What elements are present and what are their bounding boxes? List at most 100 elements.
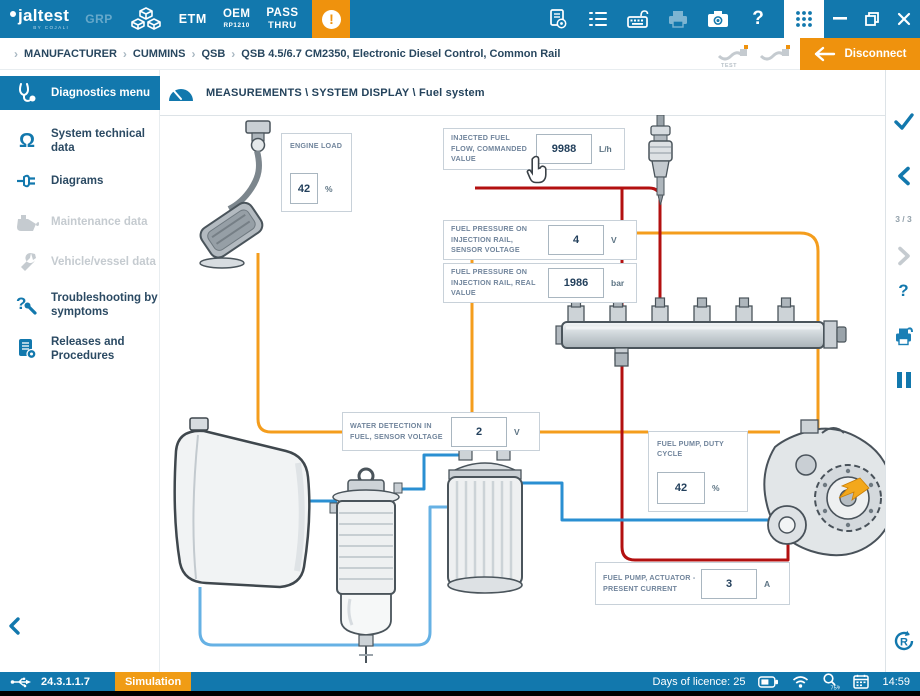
statusbar-left: 24.3.1.1.7 Simulation (10, 672, 191, 691)
print-measurements-button[interactable] (886, 326, 920, 346)
breadcrumb-item-model[interactable]: QSB (201, 48, 225, 60)
grid-icon (794, 9, 814, 29)
oil-can-icon (14, 211, 40, 233)
grp-label: GRP (85, 12, 113, 26)
app-version: 24.3.1.1.7 (41, 676, 90, 688)
oem-rp1210-label[interactable]: OEM RP1210 (223, 9, 250, 29)
logo-text: jaltest (18, 6, 69, 25)
exclamation-icon: ! (322, 10, 341, 29)
report-icon[interactable] (543, 0, 573, 38)
sidebar-item-releases-procedures[interactable]: Releases and Procedures (0, 326, 160, 372)
help-icon[interactable]: ? (743, 0, 773, 38)
prev-page-button[interactable] (886, 166, 920, 186)
sidebar-item-diagnostics-menu[interactable]: Diagnostics menu (0, 76, 160, 110)
breadcrumb-separator-icon (14, 47, 18, 61)
calendar-icon[interactable] (853, 674, 869, 689)
measurement-value: 2 (451, 417, 507, 447)
restore-window-button[interactable] (856, 0, 888, 38)
fuel-filter-illustration (448, 449, 522, 593)
measurement-value: 3 (701, 569, 757, 599)
window-bottom-edge (0, 691, 920, 696)
measurement-pump-actuator-current[interactable]: FUEL PUMP, ACTUATOR - PRESENT CURRENT 3 … (595, 562, 790, 605)
measurement-engine-load[interactable]: ENGINE LOAD 42 % (281, 133, 352, 212)
connection-status-cluster: TEST Disconnect (716, 38, 920, 70)
pass-thru-label[interactable]: PASS THRU (266, 8, 298, 31)
screenshot-camera-icon[interactable] (703, 0, 733, 38)
breadcrumb-separator-icon (231, 47, 235, 61)
measurement-unit: V (514, 427, 532, 437)
measurement-rail-pressure-voltage[interactable]: FUEL PRESSURE ON INJECTION RAIL, SENSOR … (443, 220, 637, 260)
sidebar: Diagnostics menu Ω System technical data… (0, 70, 160, 672)
connector-plug-icon (14, 169, 40, 193)
chevron-left-icon (895, 166, 913, 186)
logo-dot-icon (10, 11, 16, 17)
fuel-tank-illustration (175, 418, 310, 587)
minimize-button[interactable] (824, 0, 856, 38)
cubes-icon[interactable] (129, 6, 163, 32)
injector-illustration (649, 115, 672, 205)
jaltest-app: jaltest BY COJALI GRP ETM OEM RP1210 (0, 0, 920, 696)
measurement-pump-duty-cycle[interactable]: FUEL PUMP, DUTY CYCLE 42 % (648, 431, 748, 512)
gauge-icon (168, 84, 194, 102)
connector-test-icon: TEST (716, 41, 750, 67)
measurement-unit: % (325, 184, 343, 194)
keyboard-icon[interactable] (623, 0, 653, 38)
svg-text:R: R (900, 637, 908, 649)
measurement-value: 42 (657, 472, 705, 504)
print-icon (663, 0, 693, 38)
measurement-rail-pressure-real[interactable]: FUEL PRESSURE ON INJECTION RAIL, REAL VA… (443, 263, 637, 303)
sidebar-item-troubleshooting[interactable]: ? Troubleshooting by symptoms (0, 282, 160, 328)
printer-icon (893, 326, 915, 346)
sidebar-item-system-technical-data[interactable]: Ω System technical data (0, 123, 160, 159)
wrench-icon (14, 251, 40, 273)
measurement-unit: L/h (599, 144, 617, 154)
document-stack-icon (14, 337, 40, 361)
omega-icon: Ω (14, 131, 40, 151)
licence-days: Days of licence: 25 (653, 676, 746, 688)
measurement-water-detection[interactable]: WATER DETECTION IN FUEL, SENSOR VOLTAGE … (342, 412, 540, 451)
titlebar-left-cluster: jaltest BY COJALI GRP ETM OEM RP1210 (0, 0, 350, 38)
alert-button[interactable]: ! (312, 0, 350, 38)
question-wrench-icon: ? (14, 293, 40, 317)
common-rail-illustration (556, 298, 846, 366)
confirm-button[interactable] (886, 112, 920, 132)
accelerator-pedal-illustration (197, 121, 270, 268)
simulation-mode-badge: Simulation (115, 672, 191, 691)
etm-label[interactable]: ETM (179, 12, 207, 26)
titlebar-right-cluster: ? (538, 0, 920, 38)
refresh-button[interactable]: R (886, 628, 920, 654)
help-button[interactable]: ? (886, 282, 920, 299)
disconnect-button[interactable]: Disconnect (800, 38, 920, 70)
page-indicator: 3 / 3 (886, 214, 920, 224)
mouse-cursor-icon (526, 155, 550, 185)
rail-connector-node (615, 353, 628, 366)
breadcrumb-item-manufacturer[interactable]: MANUFACTURER (24, 48, 117, 60)
chevron-right-icon (895, 246, 913, 266)
apps-grid-button[interactable] (784, 0, 824, 38)
measurement-unit: bar (611, 278, 629, 288)
stethoscope-icon (14, 81, 40, 105)
jaltest-logo: jaltest BY COJALI (10, 7, 69, 31)
zoom-level-icon[interactable]: 75% (822, 673, 840, 690)
right-toolbar: 3 / 3 ? R (885, 70, 920, 672)
breadcrumb-separator-icon (123, 47, 127, 61)
breadcrumb-item-system[interactable]: QSB 4.5/6.7 CM2350, Electronic Diesel Co… (241, 48, 560, 60)
statusbar-right: Days of licence: 25 75% (653, 672, 910, 691)
list-icon[interactable] (583, 0, 613, 38)
close-button[interactable] (888, 0, 920, 38)
measurement-unit: % (712, 483, 730, 493)
usb-icon (10, 676, 32, 688)
sidebar-item-diagrams[interactable]: Diagrams (0, 163, 160, 199)
wifi-icon (792, 675, 809, 688)
breadcrumb-item-brand[interactable]: CUMMINS (133, 48, 186, 60)
title-bar: jaltest BY COJALI GRP ETM OEM RP1210 (0, 0, 920, 38)
pause-button[interactable] (886, 372, 920, 388)
svg-text:?: ? (16, 294, 26, 313)
breadcrumb-separator-icon (191, 47, 195, 61)
back-button[interactable] (6, 616, 24, 636)
measurement-unit: A (764, 579, 782, 589)
pause-icon (897, 372, 911, 388)
page-title: MEASUREMENTS \ SYSTEM DISPLAY \ Fuel sys… (206, 87, 485, 99)
measurement-label: ENGINE LOAD (290, 141, 343, 151)
measurement-unit: V (611, 235, 629, 245)
